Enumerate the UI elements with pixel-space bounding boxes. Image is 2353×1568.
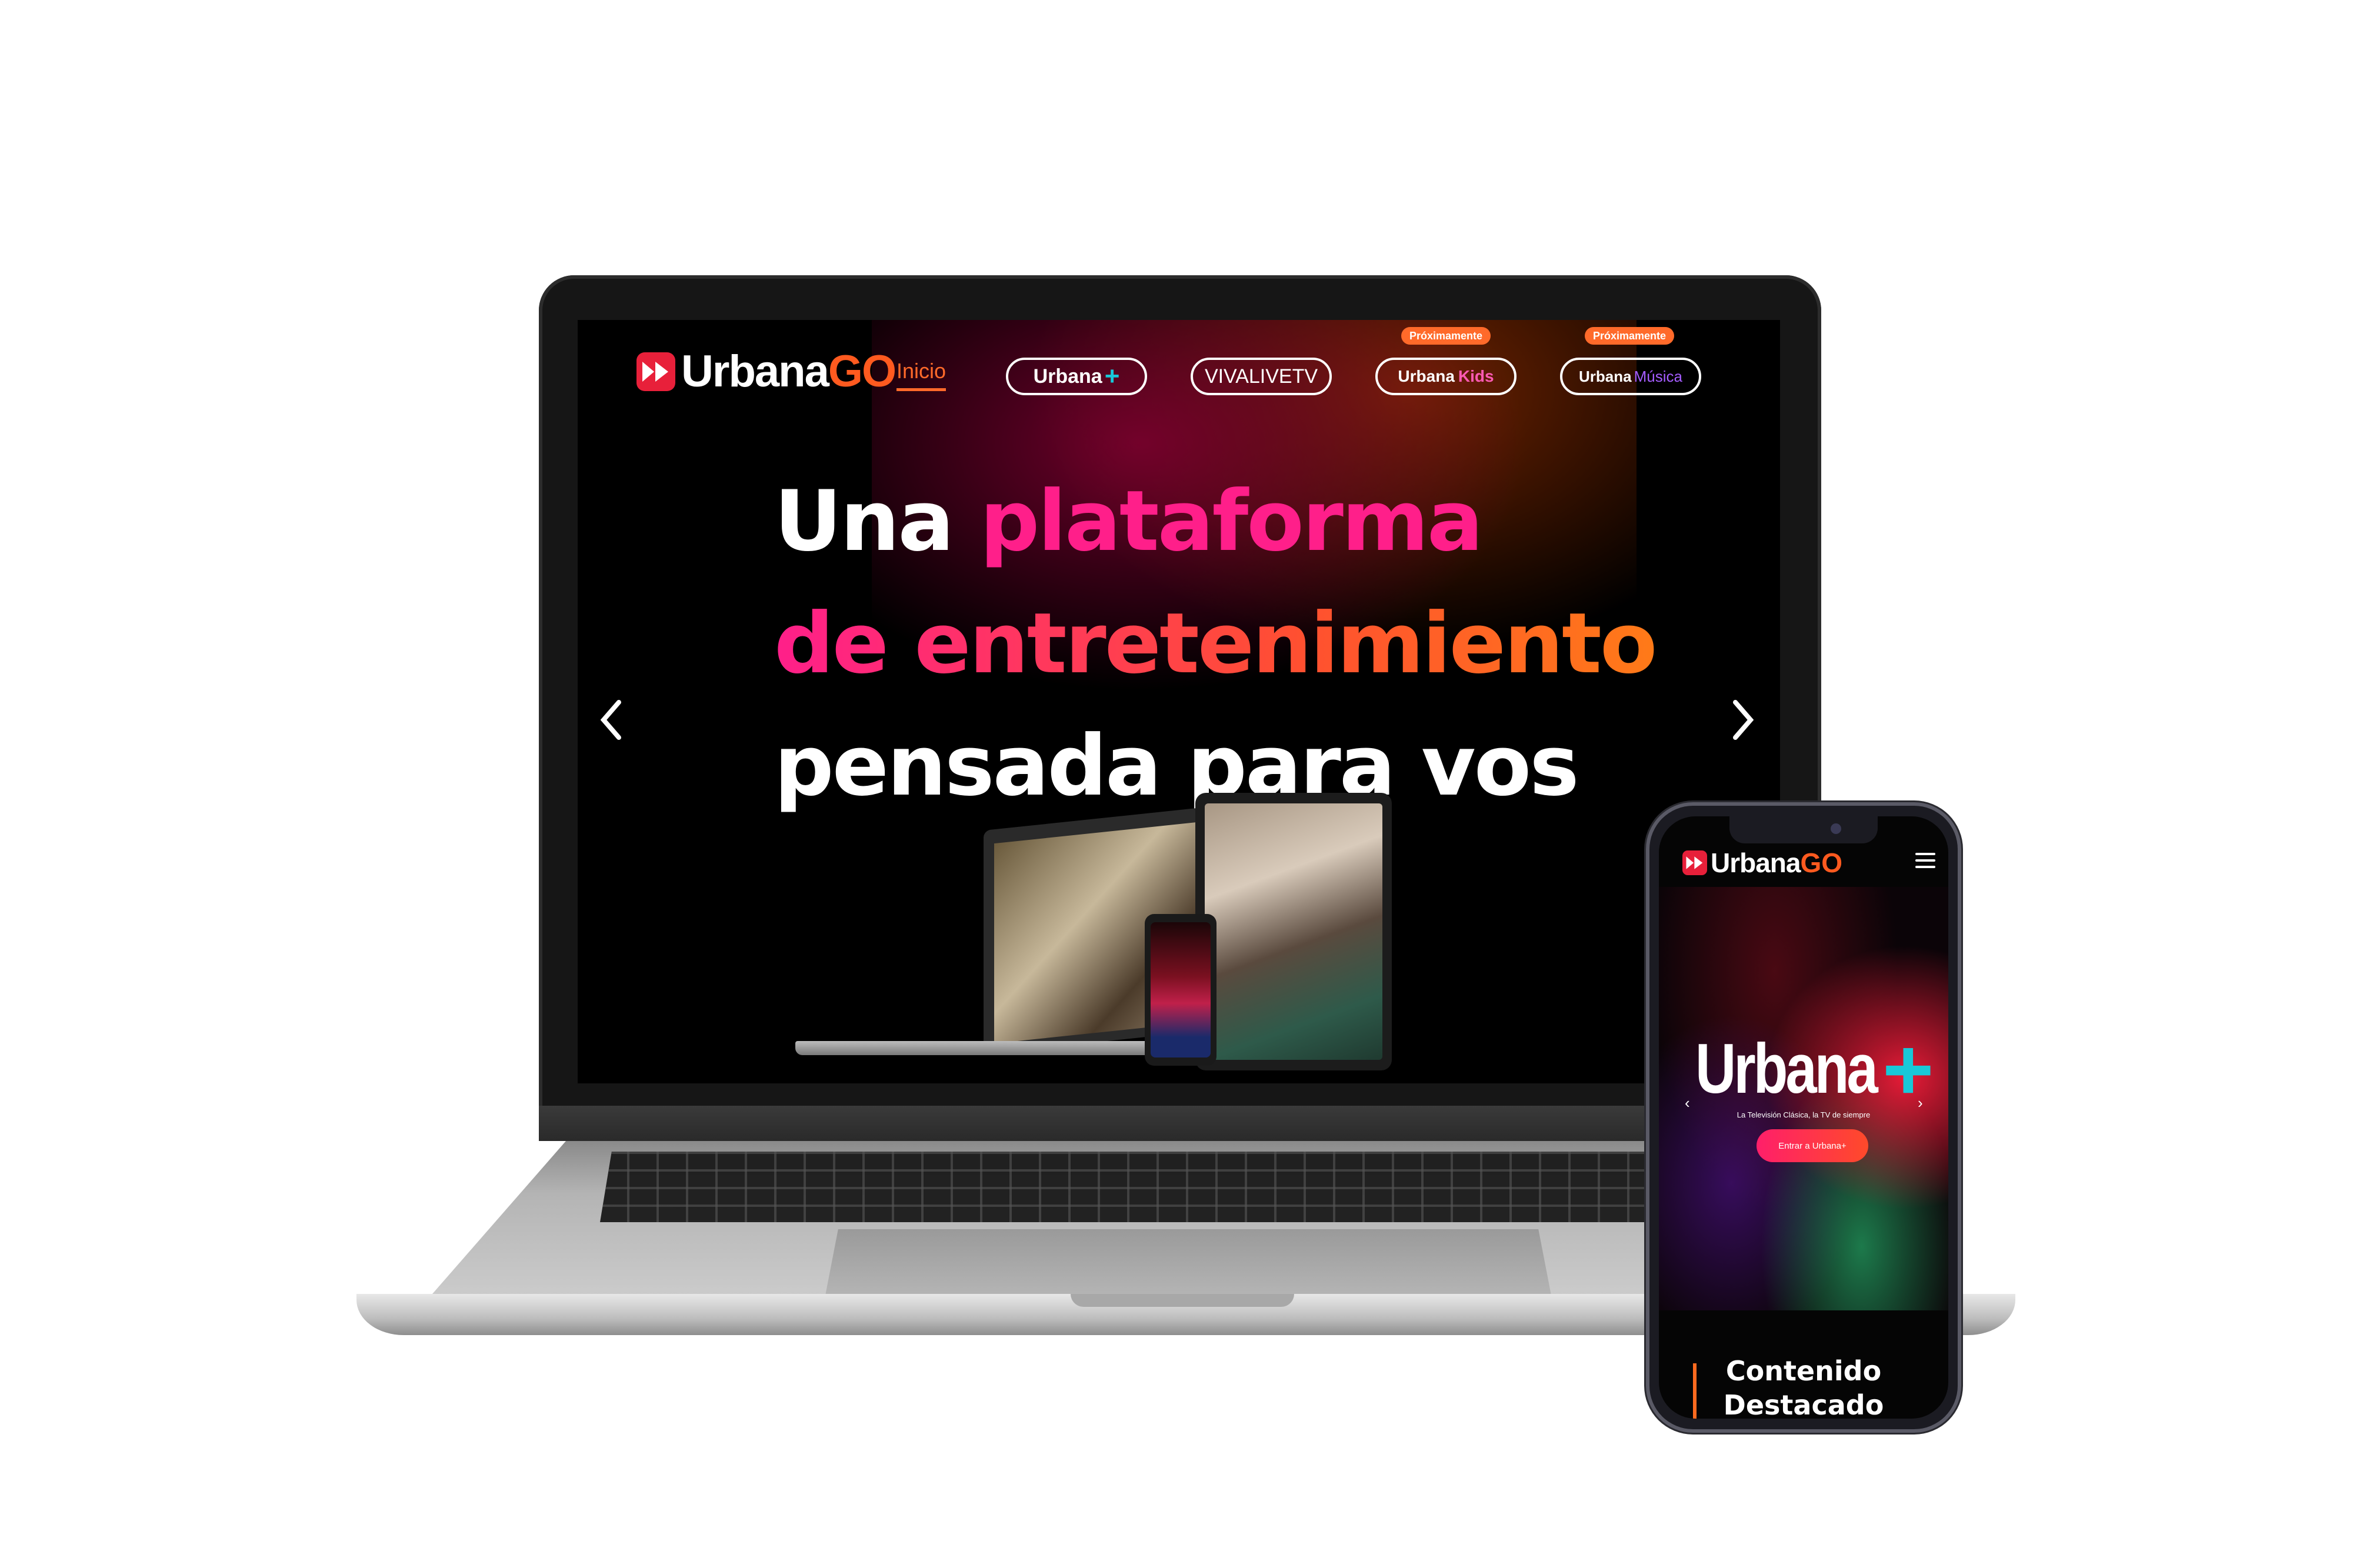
phone-brand-logo-link[interactable]: Urbana GO: [1682, 847, 1842, 879]
phone-notch: [1729, 816, 1878, 843]
section-title: Contenido Destacado: [1723, 1355, 1884, 1419]
nav-viva-live-tv[interactable]: VIVALIVETV: [1191, 358, 1332, 395]
play-forward-icon: [1682, 850, 1707, 875]
hero-word-plataforma: plataforma: [979, 473, 1484, 570]
chevron-left-icon[interactable]: [594, 696, 629, 743]
nav-kids-accent: Kids: [1458, 367, 1494, 385]
hero-word-una: Una: [774, 473, 954, 570]
hamburger-menu-icon[interactable]: [1915, 853, 1935, 868]
enter-urbana-plus-button[interactable]: Entrar a Urbana+: [1757, 1129, 1868, 1162]
brand-suffix: GO: [828, 346, 896, 396]
hero-line-1: Una plataforma: [774, 473, 1484, 570]
camera-icon: [1831, 823, 1841, 834]
laptop-trackpad: [824, 1229, 1553, 1305]
nav-urbana-plus-label: Urbana: [1033, 365, 1102, 388]
brand-name: Urbana: [681, 346, 829, 396]
laptop-screen: Urbana GO Inicio Urbana + VIVALIVETV Pró…: [578, 320, 1780, 1083]
nav-musica-label: Urbana: [1579, 367, 1632, 385]
brand-logo-link[interactable]: Urbana GO: [636, 346, 896, 397]
nav-viva-label: VIVALIVETV: [1204, 365, 1318, 388]
phone-brand-name: Urbana: [1711, 848, 1801, 878]
play-forward-icon: [636, 352, 675, 391]
laptop-keyboard-rows: [600, 1152, 1765, 1222]
chevron-right-icon[interactable]: [1725, 696, 1760, 743]
nav-inicio[interactable]: Inicio: [896, 359, 946, 391]
coming-soon-badge-musica: Próximamente: [1585, 327, 1675, 345]
laptop-opening-notch: [1071, 1294, 1294, 1307]
plus-icon: +: [1882, 1020, 1934, 1119]
hero-line-2: de entretenimiento: [774, 595, 1657, 692]
chevron-right-icon[interactable]: ›: [1918, 1094, 1923, 1112]
plus-icon: +: [1104, 362, 1120, 391]
nav-urbana-musica[interactable]: Urbana Música: [1560, 358, 1701, 395]
hero-line-3: pensada para vos: [774, 718, 1579, 815]
nav-kids-label: Urbana: [1398, 367, 1455, 385]
devices-phone-screen: [1151, 922, 1211, 1057]
chevron-left-icon[interactable]: ‹: [1685, 1094, 1690, 1112]
devices-tablet-screen: [1205, 803, 1382, 1060]
nav-urbana-kids[interactable]: Urbana Kids: [1375, 358, 1517, 395]
phone-screen: Urbana GO Urbana + ‹ › La Televisión Clá…: [1659, 816, 1948, 1419]
phone-brand-suffix: GO: [1800, 848, 1843, 878]
phone-hero-title: Urbana: [1695, 1029, 1878, 1108]
coming-soon-badge-kids: Próximamente: [1401, 327, 1491, 345]
phone-hero-tagline: La Televisión Clásica, la TV de siempre: [1737, 1110, 1871, 1119]
nav-urbana-plus[interactable]: Urbana +: [1006, 358, 1147, 395]
nav-musica-accent: Música: [1634, 367, 1682, 385]
laptop-chin: [539, 1106, 1821, 1141]
